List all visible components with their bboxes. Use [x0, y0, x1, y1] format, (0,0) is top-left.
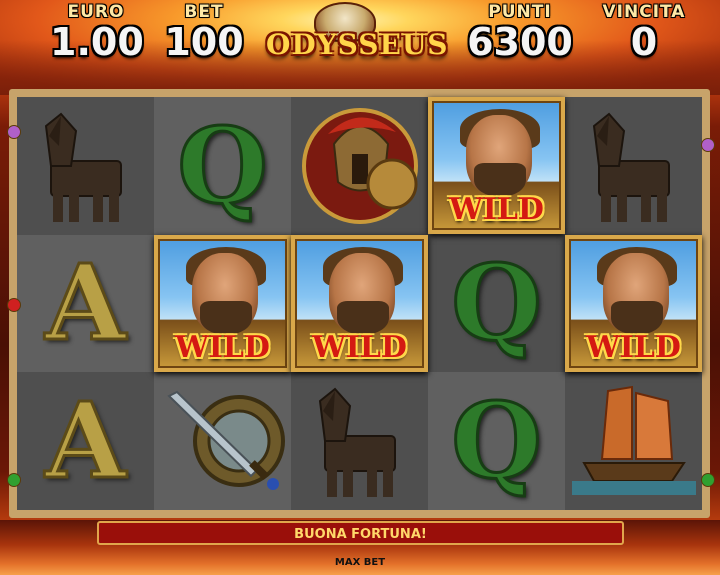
spartan-warrior-icon [301, 107, 418, 224]
message-bar: BUONA FORTUNA! [97, 521, 624, 545]
payline-gem-right-top [701, 138, 715, 152]
hud-bet: BET 100 [158, 2, 250, 62]
hud-euro: EURO 1.00 [50, 2, 144, 64]
reel-cell [565, 97, 702, 235]
symbol-q: Q [176, 103, 270, 227]
wild-symbol: WILD [565, 234, 702, 372]
wild-label: WILD [586, 329, 681, 365]
message-text: BUONA FORTUNA! [294, 527, 427, 542]
odysseus-logo: ODYSSEUS [266, 0, 449, 70]
reel-cell: WILD [565, 234, 702, 373]
reel-cell: Q [428, 372, 565, 510]
ship-icon [571, 385, 696, 495]
wild-symbol: WILD [154, 234, 291, 372]
euro-value: 1.00 [50, 20, 144, 64]
reel-cell: A [17, 372, 154, 510]
bet-label: BET [184, 2, 224, 22]
wild-symbol: WILD [428, 97, 565, 234]
reel-cell: WILD [154, 234, 291, 373]
trojan-horse-icon [44, 112, 122, 222]
reel-cell [17, 97, 154, 235]
reel-cell [291, 372, 428, 510]
symbol-a: A [44, 241, 128, 365]
payline-gem-right-bottom [701, 473, 715, 487]
euro-label: EURO [67, 2, 125, 22]
vincita-value: 0 [630, 20, 658, 64]
reel-cell: A [17, 234, 154, 373]
wild-symbol: WILD [291, 234, 428, 372]
wild-label: WILD [175, 329, 270, 365]
hud-vincita: VINCITA 0 [585, 2, 703, 62]
reel-cell [565, 372, 702, 510]
shield-sword-icon [166, 390, 285, 490]
wild-label: WILD [312, 329, 407, 365]
reel-cell: Q [154, 97, 291, 235]
punti-label: PUNTI [488, 2, 552, 22]
reel-cell: WILD [428, 97, 565, 235]
wild-label: WILD [449, 192, 544, 227]
bet-value: 100 [164, 20, 244, 64]
trojan-horse-icon [318, 387, 396, 497]
symbol-a: A [44, 378, 128, 502]
reel-cell [291, 97, 428, 235]
punti-value: 6300 [467, 20, 573, 64]
reel-grid: Q WILD A WILD WILD Q WILD A Q [17, 97, 702, 510]
trojan-horse-icon [592, 112, 670, 222]
logo-text: ODYSSEUS [266, 28, 449, 61]
payline-gem-left-bottom [7, 473, 21, 487]
payline-gem-left-top [7, 125, 21, 139]
reel-cell [154, 372, 291, 510]
max-bet-button[interactable]: MAX BET [320, 557, 400, 568]
hud-punti: PUNTI 6300 [460, 2, 580, 62]
payline-gem-left-middle [7, 298, 21, 312]
symbol-q: Q [450, 241, 544, 365]
reel-cell: Q [428, 234, 565, 373]
reel-cell: WILD [291, 234, 428, 373]
symbol-q: Q [450, 378, 544, 502]
vincita-label: VINCITA [602, 2, 686, 22]
